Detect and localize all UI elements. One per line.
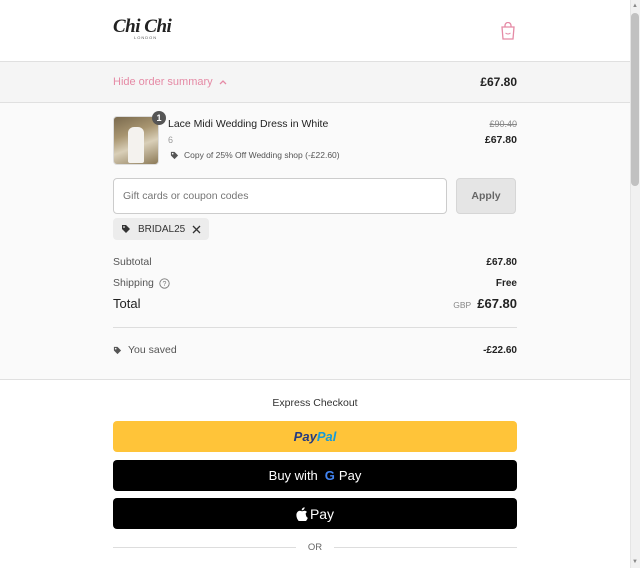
or-label: OR bbox=[307, 542, 323, 553]
tag-icon bbox=[122, 225, 130, 233]
total-label: Total bbox=[113, 296, 141, 311]
applied-coupon-tag: BRIDAL25 bbox=[113, 218, 210, 240]
scrollbar-thumb[interactable] bbox=[631, 13, 639, 186]
apple-pay-label: Pay bbox=[309, 505, 335, 522]
tag-icon bbox=[170, 151, 179, 159]
express-checkout-title: Express Checkout bbox=[272, 397, 358, 409]
gpay-label: Pay bbox=[338, 468, 362, 483]
shipping-row: Shipping ? Free bbox=[113, 277, 517, 289]
quantity-badge: 1 bbox=[152, 111, 166, 125]
order-summary-bar: Hide order summary £67.80 bbox=[0, 62, 630, 103]
paypal-logo-pal: Pal bbox=[316, 429, 337, 444]
product-price: £67.80 bbox=[484, 134, 517, 146]
google-pay-button[interactable]: Buy with G Pay bbox=[113, 460, 517, 491]
close-icon[interactable] bbox=[192, 225, 201, 234]
hide-order-summary-toggle[interactable]: Hide order summary bbox=[113, 76, 227, 88]
discount-text: Copy of 25% Off Wedding shop (-£22.60) bbox=[184, 150, 340, 160]
site-header: Chi Chi LONDON bbox=[0, 0, 640, 62]
saved-row: You saved -£22.60 bbox=[113, 344, 517, 356]
chevron-up-icon bbox=[219, 80, 227, 85]
saved-label: You saved bbox=[128, 344, 177, 356]
coupon-input[interactable] bbox=[113, 178, 447, 214]
summary-total: £67.80 bbox=[480, 75, 517, 89]
help-icon[interactable]: ? bbox=[159, 277, 170, 289]
subtotal-row: Subtotal £67.80 bbox=[113, 256, 517, 268]
svg-text:?: ? bbox=[162, 281, 166, 288]
product-discount: Copy of 25% Off Wedding shop (-£22.60) bbox=[170, 150, 340, 160]
apple-icon bbox=[296, 506, 308, 521]
original-price: £90.40 bbox=[489, 119, 517, 129]
gpay-prefix: Buy with bbox=[268, 468, 318, 483]
subtotal-label: Subtotal bbox=[113, 256, 152, 268]
subtotal-value: £67.80 bbox=[486, 256, 517, 268]
apply-button[interactable]: Apply bbox=[456, 178, 516, 214]
scrollbar[interactable]: ▲ ▼ bbox=[630, 0, 640, 568]
google-g-icon: G bbox=[324, 468, 335, 483]
product-title: Lace Midi Wedding Dress in White bbox=[168, 118, 329, 130]
total-row: Total GBP £67.80 bbox=[113, 296, 517, 311]
coupon-code: BRIDAL25 bbox=[138, 223, 186, 235]
shipping-value: Free bbox=[495, 277, 517, 289]
product-variant: 6 bbox=[168, 135, 174, 145]
toggle-label: Hide order summary bbox=[113, 76, 213, 88]
scroll-down-icon[interactable]: ▼ bbox=[632, 559, 638, 565]
paypal-logo-pay: Pay bbox=[293, 429, 317, 444]
total-value: £67.80 bbox=[477, 296, 517, 311]
order-summary-panel: 1 Lace Midi Wedding Dress in White 6 Cop… bbox=[0, 103, 630, 380]
or-divider: OR bbox=[113, 542, 517, 553]
scroll-up-icon[interactable]: ▲ bbox=[632, 3, 638, 9]
shopping-bag-icon[interactable] bbox=[500, 22, 516, 40]
logo-subtitle: LONDON bbox=[134, 35, 158, 40]
shipping-label: Shipping bbox=[113, 277, 154, 289]
divider bbox=[113, 327, 517, 328]
tag-icon bbox=[113, 346, 122, 354]
apple-pay-button[interactable]: Pay bbox=[113, 498, 517, 529]
paypal-button[interactable]: Pay Pal bbox=[113, 421, 517, 452]
saved-value: -£22.60 bbox=[483, 344, 517, 356]
product-thumbnail bbox=[113, 116, 159, 165]
currency-code: GBP bbox=[453, 300, 472, 310]
